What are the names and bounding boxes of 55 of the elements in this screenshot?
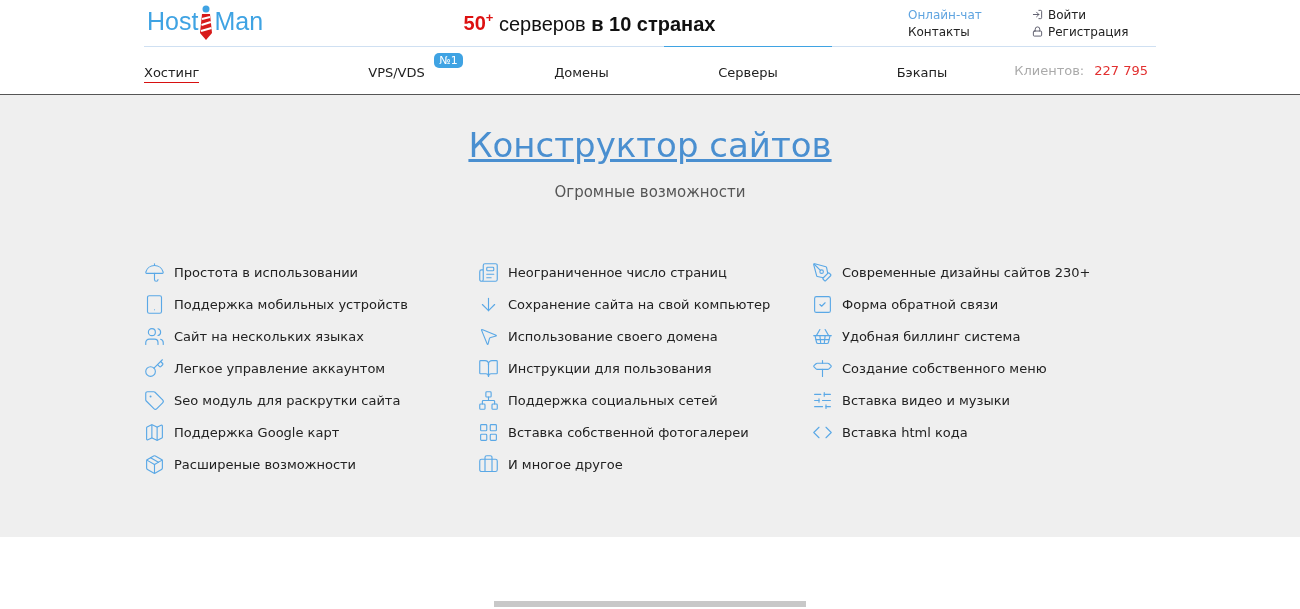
pointer-icon xyxy=(478,326,499,347)
nav-tab[interactable]: Серверы xyxy=(718,58,778,83)
logo-text: Host xyxy=(147,7,199,36)
people-icon xyxy=(144,326,165,347)
sliders-icon xyxy=(812,390,833,411)
feature-text: Создание собственного меню xyxy=(842,361,1047,376)
section-subtitle: Огромные возможности xyxy=(553,183,747,201)
header-link[interactable]: Контакты xyxy=(908,24,970,39)
feature-text: Простота в использовании xyxy=(174,265,359,280)
feature-text: Seo модуль для раскрутки сайта xyxy=(174,393,401,408)
map-icon xyxy=(144,422,165,443)
feature-text: Использование своего домена xyxy=(508,329,718,344)
nav-tab[interactable]: Домены xyxy=(554,58,609,83)
book-icon xyxy=(478,358,499,379)
badge: №1 xyxy=(434,52,463,68)
tag-icon xyxy=(144,390,165,411)
feature-text: Расширеные возможности xyxy=(174,457,357,472)
feature-text: Неограниченное число страниц xyxy=(508,265,727,280)
network-icon xyxy=(478,390,499,411)
lock-icon xyxy=(1032,26,1043,37)
checkbox-icon xyxy=(812,294,833,315)
feature-text: Современные дизайны сайтов 230+ xyxy=(842,265,1091,280)
feature-text: И многое другое xyxy=(508,457,623,472)
feature-text: Форма обратной связи xyxy=(842,297,999,312)
feature-text: Вставка html кода xyxy=(842,425,968,440)
clients-count: 227 795 xyxy=(1094,63,1148,78)
signpost-icon xyxy=(812,358,833,379)
tie-icon xyxy=(198,5,215,41)
clients-label: Клиентов: xyxy=(1014,63,1085,78)
key-icon xyxy=(144,358,165,379)
document-icon xyxy=(478,262,499,283)
tablet-icon xyxy=(144,294,165,315)
feature-text: Вставка собственной фотогалереи xyxy=(508,425,749,440)
feature-text: Поддержка Google карт xyxy=(174,425,340,440)
logo-text: Man xyxy=(214,7,264,36)
login-link[interactable]: Войти xyxy=(1032,7,1087,22)
basket-icon xyxy=(812,326,833,347)
headline: 50$^{+}$ серверов в 10 странах xyxy=(462,10,717,36)
feature-text: Инструкции для пользования xyxy=(508,361,712,376)
pen-icon xyxy=(812,262,833,283)
briefcase-icon xyxy=(478,454,499,475)
feature-text: Сайт на нескольких языках xyxy=(174,329,364,344)
feature-text: Вставка видео и музыки xyxy=(842,393,1010,408)
grid-icon xyxy=(478,422,499,443)
feature-text: Поддержка мобильных устройств xyxy=(174,297,408,312)
feature-text: Удобная биллинг система xyxy=(842,329,1021,344)
feature-text: Сохранение сайта на свой компьютер xyxy=(508,297,771,312)
box-icon xyxy=(144,454,165,475)
feature-text: Легкое управление аккаунтом xyxy=(174,361,386,376)
feature-text: Поддержка социальных сетей xyxy=(508,393,718,408)
umbrella-icon xyxy=(144,262,165,283)
login-icon xyxy=(1032,9,1043,20)
register-link[interactable]: Регистрация xyxy=(1032,24,1129,39)
nav-tab[interactable]: Хостинг xyxy=(144,58,200,83)
nav-tab[interactable]: Бэкапы xyxy=(896,58,948,83)
